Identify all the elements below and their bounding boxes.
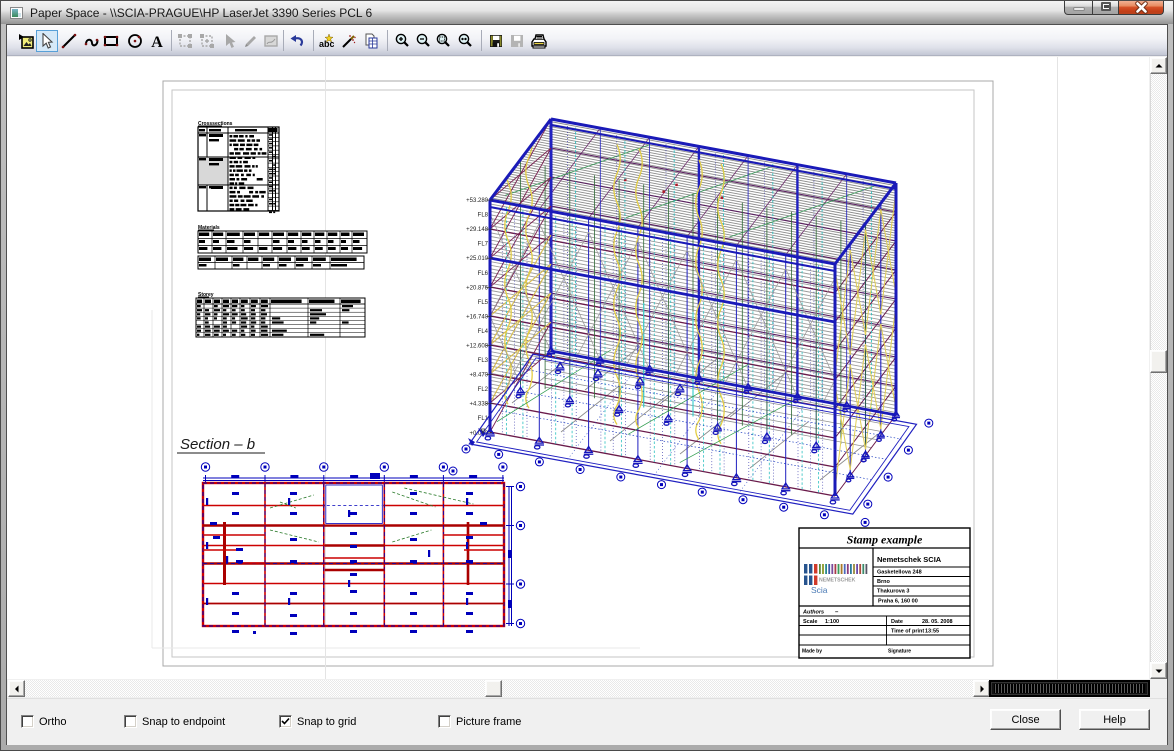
svg-text:Brno: Brno — [877, 579, 890, 585]
svg-text:Scia: Scia — [811, 585, 828, 595]
svg-text:Section – b: Section – b — [180, 436, 255, 453]
svg-text:Praha 6, 160 00: Praha 6, 160 00 — [878, 599, 918, 605]
svg-text:+29.148: +29.148 — [466, 227, 489, 233]
svg-text:Authors: Authors — [802, 610, 824, 616]
svg-text:+4.338: +4.338 — [469, 402, 488, 408]
svg-text:abc: abc — [319, 39, 334, 49]
svg-text:+20.876: +20.876 — [466, 285, 489, 291]
svg-text:+12.608: +12.608 — [466, 344, 489, 350]
svg-text:FL8: FL8 — [478, 213, 489, 219]
svg-text:Date: Date — [891, 619, 903, 625]
svg-text:Nemetschek SCIA: Nemetschek SCIA — [877, 555, 942, 564]
svg-text:Gasketellova 248: Gasketellova 248 — [877, 570, 922, 576]
svg-text:FL6: FL6 — [478, 271, 489, 277]
svg-text:FL2: FL2 — [478, 387, 489, 393]
svg-text:A: A — [151, 34, 163, 49]
svg-text:1:100: 1:100 — [825, 619, 839, 625]
svg-text:FL4: FL4 — [478, 329, 489, 335]
svg-text:Made by: Made by — [802, 649, 822, 655]
svg-text:+16.740: +16.740 — [466, 314, 489, 320]
svg-text:+25.010: +25.010 — [466, 256, 489, 262]
svg-text:Signature: Signature — [888, 649, 911, 655]
svg-text:+8.470: +8.470 — [469, 373, 488, 379]
svg-text:28. 05. 2008: 28. 05. 2008 — [922, 619, 953, 625]
svg-text:FL7: FL7 — [478, 242, 489, 248]
svg-text:Scale: Scale — [803, 619, 817, 625]
svg-text:Time of print: Time of print — [891, 629, 924, 635]
svg-text:Thakurova 3: Thakurova 3 — [877, 589, 909, 595]
svg-text:Stamp example: Stamp example — [847, 533, 923, 547]
svg-text:FL5: FL5 — [478, 300, 489, 306]
svg-text:+53.280: +53.280 — [466, 198, 489, 204]
svg-text:FL3: FL3 — [478, 358, 489, 364]
svg-text:NEMETSCHEK: NEMETSCHEK — [819, 578, 856, 584]
svg-text:13:55: 13:55 — [925, 629, 939, 635]
